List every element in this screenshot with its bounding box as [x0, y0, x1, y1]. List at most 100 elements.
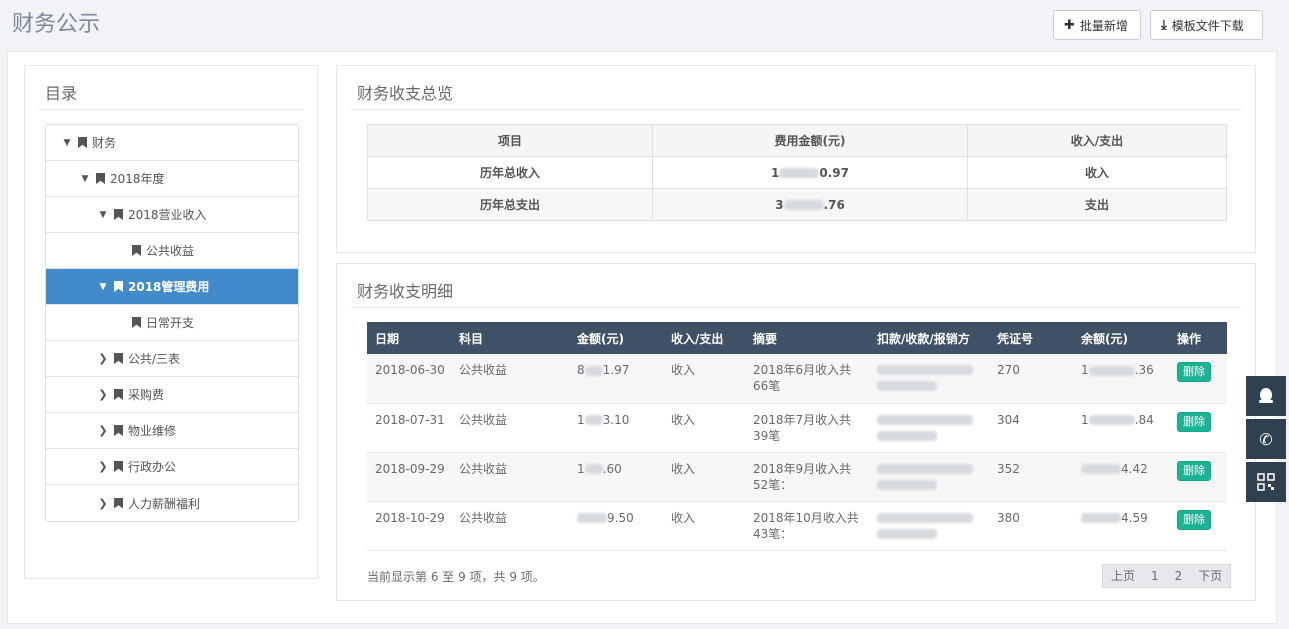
- redacted-value: [584, 415, 603, 425]
- table-row: 2018-10-29 公共收益 9.50 收入 2018年10月收入共43笔： 380 4.…: [367, 501, 1227, 551]
- summary-amount: 1 0.97: [652, 156, 968, 189]
- tree-node-label: 采购费: [128, 388, 165, 402]
- divider: [351, 307, 1241, 308]
- cell-type: 收入: [663, 452, 745, 502]
- amount-suffix: 1.97: [602, 363, 630, 377]
- tree-node[interactable]: 日常开支: [46, 305, 298, 341]
- cell-summary: 2018年6月收入共66笔: [745, 354, 869, 404]
- qrcode-button[interactable]: [1246, 462, 1286, 502]
- column-header: 项目: [367, 124, 653, 157]
- cell-subject: 公共收益: [451, 501, 569, 551]
- pager-prev-button[interactable]: 上页: [1103, 565, 1143, 587]
- redacted-value: [779, 168, 820, 178]
- bookmark-icon: [96, 173, 105, 184]
- chevron-down-icon: ▼: [99, 281, 107, 292]
- tree-node-label: 2018营业收入: [128, 208, 207, 222]
- cell-subject: 公共收益: [451, 403, 569, 453]
- detail-title: 财务收支明细: [357, 282, 454, 301]
- amount-suffix: 0.97: [819, 165, 849, 180]
- cell-balance: 4.42: [1073, 452, 1169, 502]
- amount-suffix: .76: [823, 197, 845, 212]
- tree-node[interactable]: ❯ 公共/三表: [46, 341, 298, 377]
- column-header: 摘要: [745, 322, 869, 354]
- cell-date: 2018-07-31: [367, 403, 451, 453]
- detail-table: 日期 科目 金额(元) 收入/支出 摘要 扣款/收款/报销方 凭证号 余额(元)…: [367, 322, 1227, 551]
- cell-type: 收入: [663, 354, 745, 404]
- cell-payer: [869, 501, 989, 551]
- pager-page-1[interactable]: 1: [1143, 565, 1167, 587]
- template-download-button[interactable]: ⤓ 模板文件下载: [1150, 10, 1263, 40]
- cell-summary: 2018年10月收入共43笔：: [745, 501, 869, 551]
- cell-type: 收入: [663, 403, 745, 453]
- redacted-value: [877, 479, 937, 490]
- cell-action: 删除: [1169, 501, 1227, 551]
- redacted-value: [584, 464, 603, 474]
- column-header: 科目: [451, 322, 569, 354]
- bookmark-icon: [132, 245, 141, 256]
- table-row: 2018-09-29 公共收益 1.60 收入 2018年9月收入共52笔： 352 4.4…: [367, 452, 1227, 502]
- bookmark-icon: [114, 281, 123, 292]
- pager-info: 当前显示第 6 至 9 项，共 9 项。: [367, 570, 545, 584]
- bookmark-icon: [114, 389, 123, 400]
- tree-node-label: 2018年度: [110, 172, 165, 186]
- cell-subject: 公共收益: [451, 354, 569, 404]
- bookmark-icon: [132, 317, 141, 328]
- column-header: 费用金额(元): [652, 124, 968, 157]
- tree-node-label: 日常开支: [146, 316, 195, 330]
- cell-date: 2018-09-29: [367, 452, 451, 502]
- tree-node[interactable]: ❯ 行政办公: [46, 449, 298, 485]
- tree-node-label: 公共/三表: [128, 352, 181, 366]
- chevron-down-icon: ▼: [81, 173, 89, 184]
- cell-action: 删除: [1169, 403, 1227, 453]
- batch-add-button[interactable]: ✚ 批量新增: [1053, 10, 1141, 40]
- bookmark-icon: [114, 209, 123, 220]
- redacted-value: [877, 381, 937, 391]
- summary-type: 收入: [967, 156, 1227, 189]
- tree-node[interactable]: ❯ 采购费: [46, 377, 298, 413]
- amount-prefix: 1: [771, 165, 780, 180]
- summary-panel: 财务收支总览 项目 费用金额(元) 收入/支出 历年总收入 1 0.97 收入 历年总支…: [336, 65, 1256, 253]
- tree-node[interactable]: ▼ 2018年度: [46, 161, 298, 197]
- tree-node[interactable]: 公共收益: [46, 233, 298, 269]
- qrcode-icon: [1257, 473, 1275, 491]
- delete-button[interactable]: 删除: [1177, 411, 1211, 432]
- balance-suffix: .36: [1134, 363, 1154, 377]
- amount-prefix: 1: [577, 412, 585, 427]
- cell-amount: 1 3.10: [569, 403, 663, 453]
- redacted-value: [783, 200, 824, 210]
- redacted-value: [877, 528, 937, 539]
- delete-button[interactable]: 删除: [1177, 509, 1211, 530]
- qq-icon: [1259, 388, 1273, 403]
- amount-suffix: 3.10: [602, 412, 630, 427]
- cell-voucher: 352: [989, 452, 1073, 502]
- cell-voucher: 380: [989, 501, 1073, 551]
- column-header: 收入/支出: [967, 124, 1227, 157]
- qq-button[interactable]: [1246, 376, 1286, 416]
- bookmark-icon: [114, 497, 123, 509]
- tree-node[interactable]: ❯ 人力薪酬福利: [46, 485, 298, 521]
- pagination: 上页 1 2 下页: [1102, 564, 1232, 588]
- tree-node[interactable]: ▼ 财务: [46, 125, 298, 161]
- cell-balance: 4.59: [1073, 501, 1169, 551]
- tree-node[interactable]: ▼ 2018管理费用: [46, 269, 298, 305]
- redacted-value: [584, 365, 603, 376]
- delete-button[interactable]: 删除: [1177, 362, 1211, 382]
- phone-button[interactable]: ✆: [1246, 419, 1286, 459]
- tree-node[interactable]: ❯ 物业维修: [46, 413, 298, 449]
- balance-prefix: 1: [1081, 363, 1089, 377]
- catalog-panel: 目录 ▼ 财务 ▼ 2018年度 ▼ 2018营业收入 公共收益 ▼ 2018管理费用 日常开支 ❯…: [24, 65, 318, 579]
- balance-prefix: 1: [1081, 412, 1089, 427]
- chevron-right-icon: ❯: [98, 352, 108, 365]
- pager-page-2[interactable]: 2: [1167, 565, 1191, 587]
- cell-summary: 2018年7月收入共39笔: [745, 403, 869, 453]
- redacted-value: [877, 430, 937, 441]
- pager-next-button[interactable]: 下页: [1190, 565, 1230, 587]
- amount-prefix: 1: [577, 461, 585, 476]
- column-header: 凭证号: [989, 322, 1073, 354]
- tree-node[interactable]: ▼ 2018营业收入: [46, 197, 298, 233]
- column-header: 余额(元): [1073, 322, 1169, 354]
- summary-item: 历年总收入: [367, 156, 653, 189]
- chevron-right-icon: ❯: [98, 460, 108, 473]
- bookmark-icon: [114, 353, 123, 364]
- delete-button[interactable]: 删除: [1177, 460, 1211, 481]
